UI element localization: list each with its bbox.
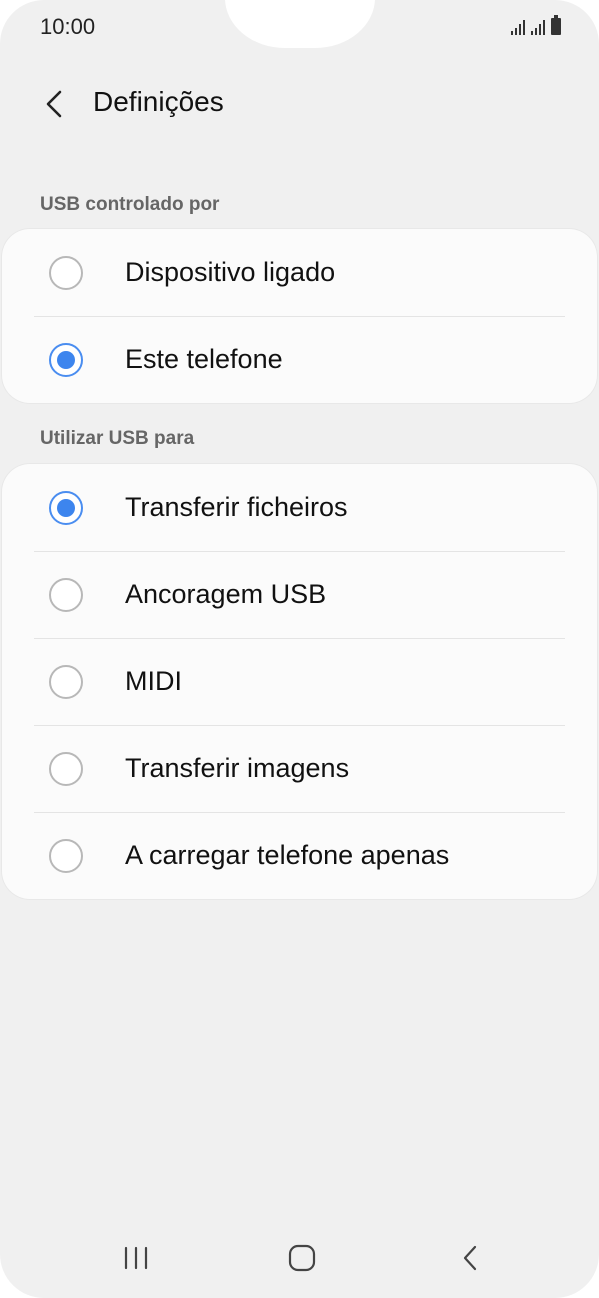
back-button[interactable] — [32, 80, 76, 128]
option-label: Transferir imagens — [125, 753, 350, 783]
option-label: A carregar telefone apenas — [125, 840, 450, 870]
back-icon — [463, 1245, 477, 1271]
signal-icon-2 — [531, 19, 545, 35]
status-time: 10:00 — [40, 14, 96, 39]
section-label-use-usb-for: Utilizar USB para — [40, 428, 195, 449]
option-connected-device[interactable]: Dispositivo ligado — [2, 229, 597, 316]
radio-button[interactable] — [49, 664, 83, 699]
chevron-left-icon — [46, 90, 62, 118]
option-midi[interactable]: MIDI — [2, 638, 597, 725]
radio-button[interactable] — [49, 838, 83, 873]
option-transfer-images[interactable]: Transferir imagens — [2, 725, 597, 812]
option-label: Transferir ficheiros — [125, 492, 348, 522]
usb-controlled-by-group: Dispositivo ligado Este telefone — [2, 229, 597, 403]
app-header: Definições — [0, 80, 599, 130]
recent-apps-icon — [124, 1246, 148, 1270]
navigation-bar — [0, 1225, 599, 1291]
option-label: Dispositivo ligado — [125, 257, 336, 287]
option-usb-tethering[interactable]: Ancoragem USB — [2, 551, 597, 638]
radio-button[interactable] — [49, 751, 83, 786]
camera-notch — [225, 0, 375, 48]
recent-apps-button[interactable] — [96, 1225, 176, 1291]
radio-button-selected[interactable] — [49, 342, 83, 377]
option-this-phone[interactable]: Este telefone — [2, 316, 597, 403]
phone-screen: 10:00 Definições USB controlado por Disp… — [0, 0, 599, 1298]
radio-button[interactable] — [49, 577, 83, 612]
home-button[interactable] — [262, 1225, 342, 1291]
radio-button[interactable] — [49, 255, 83, 290]
use-usb-for-group: Transferir ficheiros Ancoragem USB MIDI … — [2, 464, 597, 899]
radio-button-selected[interactable] — [49, 490, 83, 525]
option-label: Este telefone — [125, 344, 283, 374]
status-icons — [511, 15, 561, 35]
home-icon — [288, 1244, 316, 1272]
signal-icon — [511, 19, 525, 35]
option-transfer-files[interactable]: Transferir ficheiros — [2, 464, 597, 551]
option-label: Ancoragem USB — [125, 579, 327, 609]
option-charging-only[interactable]: A carregar telefone apenas — [2, 812, 597, 899]
section-label-usb-controlled-by: USB controlado por — [40, 194, 220, 215]
option-label: MIDI — [125, 666, 182, 696]
page-title: Definições — [93, 86, 224, 117]
nav-back-button[interactable] — [430, 1225, 510, 1291]
battery-icon — [551, 15, 561, 35]
